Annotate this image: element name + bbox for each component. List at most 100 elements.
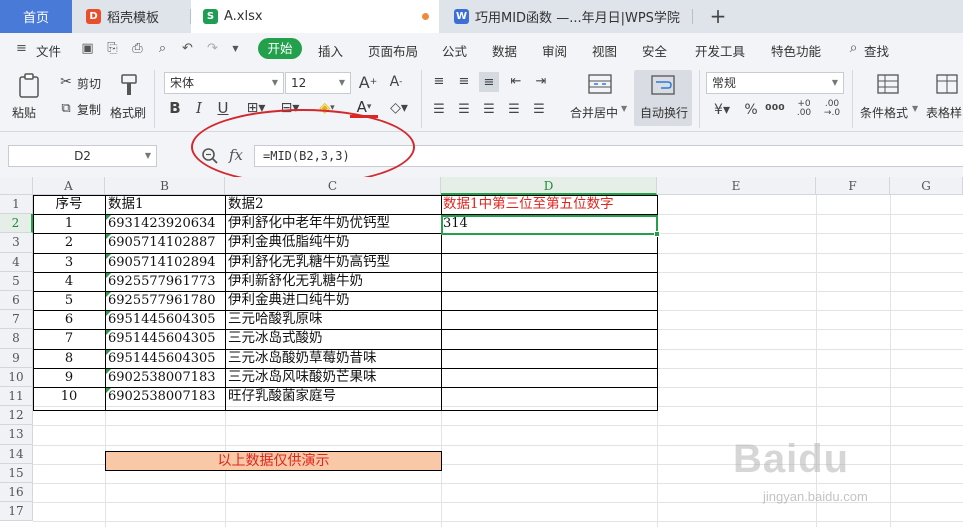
table-style-button[interactable]: 表格样	[926, 104, 962, 121]
menu-formulas[interactable]: 公式	[442, 41, 467, 60]
cell-a8[interactable]: 7	[33, 329, 105, 348]
cell-b1[interactable]: 数据1	[108, 195, 224, 214]
cell-c6[interactable]: 伊利金典进口纯牛奶	[228, 291, 440, 310]
search-icon[interactable]: ⌕	[846, 41, 861, 56]
cell-c4[interactable]: 伊利舒化无乳糖牛奶高钙型	[228, 253, 440, 272]
underline-icon[interactable]: U	[214, 98, 232, 118]
font-name-select[interactable]: 宋体 ▼	[164, 72, 284, 94]
cell-d8[interactable]	[443, 329, 657, 348]
cell-b11[interactable]: 6902538007183	[108, 387, 224, 406]
name-box[interactable]: D2 ▼	[8, 145, 157, 167]
align-top-icon[interactable]: ≡	[430, 72, 448, 90]
row-header[interactable]: 17	[0, 502, 33, 522]
row-header[interactable]: 15	[0, 463, 33, 483]
column-header-f[interactable]: F	[816, 177, 890, 195]
paste-button-label[interactable]: 粘贴	[12, 104, 36, 121]
row-header[interactable]: 11	[0, 387, 33, 407]
cell-d5[interactable]	[443, 272, 657, 291]
tab-a-xlsx[interactable]: S A.xlsx	[191, 0, 439, 33]
demo-note-cell[interactable]: 以上数据仅供演示	[105, 451, 442, 471]
tab-docer-templates[interactable]: D 稻壳模板	[74, 0, 190, 33]
column-header-c[interactable]: C	[225, 177, 441, 195]
save-icon[interactable]: ▣	[80, 41, 95, 56]
row-header[interactable]: 6	[0, 291, 33, 311]
increase-font-icon[interactable]: A +	[358, 72, 378, 92]
cell-c11[interactable]: 旺仔乳酸菌家庭号	[228, 387, 440, 406]
cell-b3[interactable]: 6905714102887	[108, 233, 224, 252]
redo-icon[interactable]: ↷	[205, 41, 220, 56]
cell-a9[interactable]: 8	[33, 349, 105, 368]
cell-b9[interactable]: 6951445604305	[108, 349, 224, 368]
bold-icon[interactable]: B	[166, 98, 184, 118]
cell-b10[interactable]: 6902538007183	[108, 368, 224, 387]
chevron-down-icon[interactable]: ▼	[228, 41, 243, 56]
distributed-icon[interactable]: ☰	[530, 100, 548, 118]
cell-a7[interactable]: 6	[33, 310, 105, 329]
menu-developer[interactable]: 开发工具	[695, 41, 745, 60]
cell-c9[interactable]: 三元冰岛酸奶草莓奶昔味	[228, 349, 440, 368]
row-header[interactable]: 16	[0, 483, 33, 503]
cell-d1[interactable]: 数据1中第三位至第五位数字	[443, 195, 657, 214]
menu-search[interactable]: 查找	[864, 41, 889, 60]
print-preview-icon[interactable]: ⌕	[155, 41, 170, 56]
cell-a5[interactable]: 4	[33, 272, 105, 291]
table-style-icon[interactable]	[935, 72, 959, 96]
cell-d6[interactable]	[443, 291, 657, 310]
merge-center-button[interactable]: 合并居中	[570, 104, 618, 121]
align-center-icon[interactable]: ☰	[455, 100, 473, 118]
cell-c8[interactable]: 三元冰岛式酸奶	[228, 329, 440, 348]
conditional-format-button[interactable]: 条件格式	[860, 104, 908, 121]
print-icon[interactable]: ⎙	[130, 41, 145, 56]
cell-a3[interactable]: 2	[33, 233, 105, 252]
cell-c7[interactable]: 三元哈酸乳原味	[228, 310, 440, 329]
cell-d10[interactable]	[443, 368, 657, 387]
conditional-format-icon[interactable]	[876, 72, 900, 96]
align-right-icon[interactable]: ☰	[480, 100, 498, 118]
menu-start[interactable]: 开始	[258, 38, 302, 59]
cell-b4[interactable]: 6905714102894	[108, 253, 224, 272]
row-header[interactable]: 9	[0, 348, 33, 368]
row-header[interactable]: 10	[0, 367, 33, 387]
cell-a1[interactable]: 序号	[33, 195, 105, 214]
thousands-icon[interactable]: ⁰⁰⁰	[764, 100, 786, 120]
format-painter-icon[interactable]	[118, 72, 140, 98]
eraser-icon[interactable]: ◇▾	[384, 98, 414, 118]
fill-handle[interactable]	[654, 231, 660, 237]
row-header[interactable]: 5	[0, 271, 33, 291]
cell-b5[interactable]: 6925577961773	[108, 272, 224, 291]
hamburger-icon[interactable]: ≡	[14, 41, 29, 56]
format-painter-button[interactable]: 格式刷	[110, 104, 146, 121]
scissors-icon[interactable]: ✂	[58, 74, 74, 90]
align-left-icon[interactable]: ☰	[430, 100, 448, 118]
indent-decrease-icon[interactable]: ⇤	[507, 72, 525, 90]
cell-c10[interactable]: 三元冰岛风味酸奶芒果味	[228, 368, 440, 387]
column-header-g[interactable]: G	[890, 177, 963, 195]
cell-c5[interactable]: 伊利新舒化无乳糖牛奶	[228, 272, 440, 291]
menu-view[interactable]: 视图	[592, 41, 617, 60]
cell-d4[interactable]	[443, 253, 657, 272]
row-header[interactable]: 8	[0, 329, 33, 349]
row-header[interactable]: 1	[0, 195, 33, 215]
column-header-e[interactable]: E	[657, 177, 816, 195]
row-header[interactable]: 4	[0, 252, 33, 272]
currency-icon[interactable]: ¥▾	[708, 100, 736, 120]
cell-c2[interactable]: 伊利舒化中老年牛奶优钙型	[228, 214, 440, 233]
paste-icon[interactable]	[16, 72, 42, 100]
cell-d11[interactable]	[443, 387, 657, 406]
row-header[interactable]: 2	[0, 214, 33, 234]
align-middle-icon[interactable]: ≡	[455, 72, 473, 90]
cell-b7[interactable]: 6951445604305	[108, 310, 224, 329]
row-header[interactable]: 7	[0, 310, 33, 330]
cell-a6[interactable]: 5	[33, 291, 105, 310]
menu-file[interactable]: 文件	[36, 41, 61, 60]
font-size-select[interactable]: 12 ▼	[285, 72, 351, 94]
cell-c3[interactable]: 伊利金典低脂纯牛奶	[228, 233, 440, 252]
indent-increase-icon[interactable]: ⇥	[532, 72, 550, 90]
italic-icon[interactable]: I	[190, 98, 208, 118]
align-bottom-icon[interactable]: ≡	[479, 72, 499, 92]
cell-b6[interactable]: 6925577961780	[108, 291, 224, 310]
chevron-down-icon[interactable]: ▼	[912, 104, 918, 113]
copy-icon[interactable]: ⧉	[58, 100, 74, 116]
cell-a10[interactable]: 9	[33, 368, 105, 387]
share-icon[interactable]: ⎘	[105, 41, 120, 56]
